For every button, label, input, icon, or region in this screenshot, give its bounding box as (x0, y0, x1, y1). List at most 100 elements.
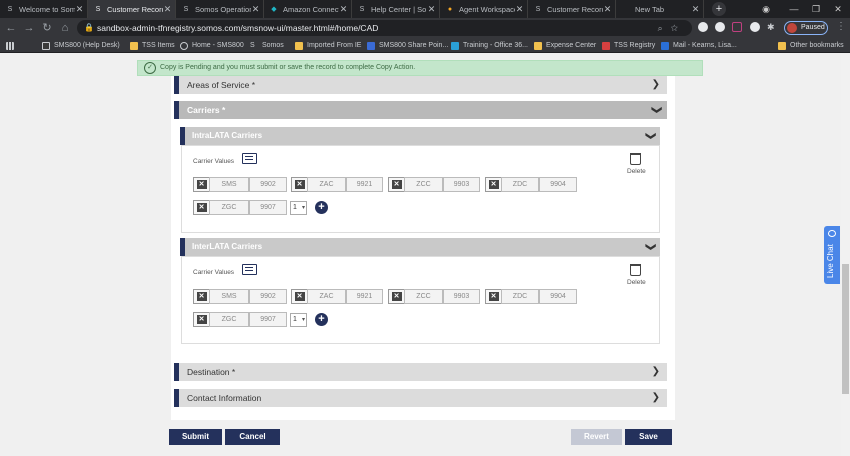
carrier-code-field[interactable]: SMS (209, 177, 249, 192)
zoom-icon[interactable]: ⌕☆ (658, 20, 686, 36)
carrier-value-field[interactable]: 9921 (346, 177, 383, 192)
bookmark-label: Expense Center (546, 42, 597, 49)
remove-carrier-icon[interactable]: ✕ (193, 200, 209, 215)
tab-customer-record-2[interactable]: S Customer Record ✕ (528, 0, 616, 18)
carrier-value-field[interactable]: 9903 (443, 289, 480, 304)
bookmark-tss-items[interactable]: TSS Items (130, 38, 175, 53)
add-carrier-icon[interactable]: + (315, 313, 328, 326)
bookmark-sms800-sharepoint[interactable]: SMS800 Share Poin... (367, 38, 448, 53)
remove-carrier-icon[interactable]: ✕ (193, 289, 209, 304)
interlata-header[interactable]: InterLATA Carriers ❯ (180, 238, 660, 256)
tab-new-tab[interactable]: New Tab ✕ (616, 0, 704, 18)
scrollbar[interactable] (841, 54, 850, 456)
carrier-code-field[interactable]: ZCC (404, 289, 443, 304)
extension-icon[interactable] (750, 22, 760, 32)
carrier-value-field[interactable]: 9907 (249, 200, 287, 215)
close-icon[interactable]: ✕ (427, 4, 436, 15)
window-close-icon[interactable]: ✕ (824, 0, 850, 18)
section-destination[interactable]: Destination * ❯ (174, 363, 667, 381)
page-content: ✓ Copy is Pending and you must submit or… (0, 54, 850, 456)
carrier-value-field[interactable]: 9904 (539, 289, 577, 304)
remove-carrier-icon[interactable]: ✕ (193, 312, 209, 327)
tab-agent-workspace[interactable]: ● Agent Workspace ✕ (440, 0, 528, 18)
carrier-code-field[interactable]: ZCC (404, 177, 443, 192)
reload-icon[interactable]: ↻ (40, 21, 54, 35)
menu-icon[interactable]: ⋮ (836, 21, 846, 32)
extension-icon[interactable] (715, 22, 725, 32)
carrier-code-field[interactable]: ZGC (209, 312, 249, 327)
tab-somos-operation[interactable]: S Somos Operation ✕ (176, 0, 264, 18)
section-contact-information[interactable]: Contact Information ❯ (174, 389, 667, 407)
carrier-code-field[interactable]: ZAC (307, 289, 346, 304)
bookmark-expense-center[interactable]: Expense Center (534, 38, 596, 53)
remove-carrier-icon[interactable]: ✕ (485, 177, 501, 192)
profile-button[interactable]: Paused (784, 21, 828, 35)
submit-button[interactable]: Submit (169, 429, 222, 445)
carrier-code-field[interactable]: ZDC (501, 177, 539, 192)
bookmark-training-office[interactable]: Training - Office 36... (451, 38, 528, 53)
list-icon[interactable] (242, 153, 257, 164)
close-icon[interactable]: ✕ (691, 4, 700, 15)
bookmark-home-sms800[interactable]: Home - SMS800 (180, 38, 244, 53)
carrier-code-field[interactable]: ZGC (209, 200, 249, 215)
remove-carrier-icon[interactable]: ✕ (193, 177, 209, 192)
new-tab-button[interactable]: + (712, 2, 726, 16)
remove-carrier-icon[interactable]: ✕ (291, 177, 307, 192)
forward-icon[interactable]: → (22, 21, 36, 35)
tab-welcome-to-somos[interactable]: S Welcome to Somos ✕ (0, 0, 88, 18)
carrier-code-field[interactable]: SMS (209, 289, 249, 304)
close-icon[interactable]: ✕ (163, 4, 172, 15)
remove-carrier-icon[interactable]: ✕ (388, 289, 404, 304)
close-icon[interactable]: ✕ (515, 4, 524, 15)
bookmark-somos[interactable]: S Somos (250, 38, 284, 53)
bookmark-mail[interactable]: Mail - Kearns, Lisa... (661, 38, 737, 53)
remove-carrier-icon[interactable]: ✕ (388, 177, 404, 192)
delete-label[interactable]: Delete (627, 168, 646, 175)
address-bar[interactable]: 🔒 sandbox-admin-tfnregistry.somos.com/sm… (77, 20, 692, 36)
section-carriers[interactable]: Carriers * ❯ (174, 101, 667, 119)
delete-label[interactable]: Delete (627, 279, 646, 286)
carrier-code-field[interactable]: ZAC (307, 177, 346, 192)
carrier-value-field[interactable]: 9904 (539, 177, 577, 192)
live-chat-button[interactable]: Live Chat (824, 226, 840, 284)
add-carrier-icon[interactable]: + (315, 201, 328, 214)
carrier-value-field[interactable]: 9903 (443, 177, 480, 192)
puzzle-icon[interactable]: ✱ (767, 22, 777, 32)
carrier-value-field[interactable]: 9902 (249, 289, 287, 304)
carrier-code-field[interactable]: ZDC (501, 289, 539, 304)
tab-customer-record[interactable]: S Customer Record ✕ (88, 0, 176, 18)
extension-icon[interactable] (732, 22, 742, 32)
remove-carrier-icon[interactable]: ✕ (291, 289, 307, 304)
save-button[interactable]: Save (625, 429, 672, 445)
trash-icon[interactable] (630, 153, 641, 165)
tab-amazon-connect[interactable]: ◆ Amazon Connect ✕ (264, 0, 352, 18)
close-icon[interactable]: ✕ (603, 4, 612, 15)
extension-icon[interactable] (698, 22, 708, 32)
intralata-header[interactable]: IntraLATA Carriers ❯ (180, 127, 660, 145)
carrier-count-select[interactable]: 1 (290, 313, 307, 327)
list-icon[interactable] (242, 264, 257, 275)
close-icon[interactable]: ✕ (75, 4, 84, 15)
home-icon[interactable]: ⌂ (58, 21, 72, 35)
tab-help-center[interactable]: S Help Center | So ✕ (352, 0, 440, 18)
bookmark-tss-registry[interactable]: TSS Registry (602, 38, 655, 53)
carrier-count-select[interactable]: 1 (290, 201, 307, 215)
trash-icon[interactable] (630, 264, 641, 276)
carrier-entry: ✕ ZAC 9921 (291, 289, 383, 304)
carrier-value-field[interactable]: 9907 (249, 312, 287, 327)
back-icon[interactable]: ← (4, 21, 18, 35)
remove-carrier-icon[interactable]: ✕ (485, 289, 501, 304)
close-icon[interactable]: ✕ (339, 4, 348, 15)
apps-icon[interactable] (6, 38, 18, 53)
tab-search-icon[interactable]: ◉ (752, 0, 780, 18)
carrier-value-field[interactable]: 9921 (346, 289, 383, 304)
scrollbar-thumb[interactable] (842, 264, 849, 394)
bookmark-sms800-help-desk[interactable]: SMS800 (Help Desk) (42, 38, 120, 53)
close-icon[interactable]: ✕ (251, 4, 260, 15)
section-areas-of-service[interactable]: Areas of Service * ❯ (174, 76, 667, 94)
carrier-value-field[interactable]: 9902 (249, 177, 287, 192)
bookmark-imported-from-ie[interactable]: Imported From IE (295, 38, 361, 53)
revert-button[interactable]: Revert (571, 429, 622, 445)
cancel-button[interactable]: Cancel (225, 429, 280, 445)
bookmark-other[interactable]: Other bookmarks (778, 38, 844, 53)
